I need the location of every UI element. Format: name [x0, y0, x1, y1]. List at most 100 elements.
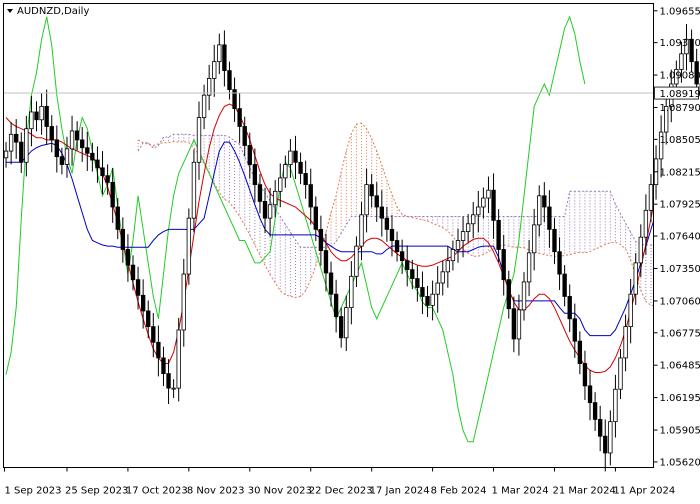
candle-body-bearish	[238, 109, 242, 127]
x-axis-tick-label: 17 Jan 2024	[370, 486, 430, 497]
candle-body-bullish	[624, 327, 628, 358]
candle-body-bearish	[568, 296, 572, 318]
candle-body-bearish	[50, 126, 54, 139]
candle-body-bearish	[390, 229, 394, 240]
candle-body-bearish	[45, 106, 49, 126]
symbol-header: AUDNZD,Daily	[7, 6, 89, 17]
candle-body-bearish	[55, 140, 59, 157]
candle-body-bullish	[461, 232, 465, 241]
candle-body-bullish	[619, 358, 623, 389]
candle-body-bearish	[299, 162, 303, 173]
y-axis-tick-label: 1.05905	[660, 426, 700, 437]
candle-body-bullish	[197, 118, 201, 163]
y-axis-tick-label: 1.07060	[660, 296, 700, 307]
candle-body-bearish	[141, 295, 145, 311]
candle-body-bearish	[14, 134, 18, 142]
x-axis-tick-label: 1 Mar 2024	[492, 486, 549, 497]
candle-body-bearish	[573, 319, 577, 341]
candle-body-bearish	[243, 126, 247, 145]
candle-body-bullish	[532, 225, 536, 253]
candle-body-bullish	[436, 283, 440, 294]
candle	[187, 208, 191, 284]
candle-body-bearish	[543, 196, 547, 207]
candle-body-bullish	[360, 215, 364, 246]
candle-body-bearish	[324, 251, 328, 273]
candle-body-bearish	[375, 196, 379, 207]
candle-body-bearish	[152, 327, 156, 343]
candle-body-bearish	[319, 229, 323, 250]
candle-body-bullish	[30, 112, 34, 129]
candle-body-bullish	[192, 162, 196, 218]
candle-body-bearish	[146, 311, 150, 327]
candle-body-bearish	[507, 280, 511, 309]
candle-body-bullish	[268, 205, 272, 218]
candle-body-bearish	[497, 220, 501, 249]
candle-body-bearish	[80, 140, 84, 148]
x-axis-tick-label: 25 Sep 2023	[65, 486, 128, 497]
candle-body-bullish	[365, 185, 369, 215]
x-axis-tick-label: 11 Apr 2024	[613, 486, 675, 497]
candle-body-bullish	[471, 215, 475, 224]
candle-body-bearish	[426, 296, 430, 305]
candle-body-bullish	[284, 165, 288, 178]
y-axis-tick-label: 1.07350	[660, 264, 700, 275]
x-axis-tick-label: 30 Nov 2023	[248, 486, 312, 497]
candle-body-bullish	[187, 218, 191, 274]
candle-body-bearish	[101, 168, 105, 176]
candle-body-bullish	[350, 276, 354, 307]
candle-body-bullish	[456, 241, 460, 250]
candle-body-bearish	[416, 279, 420, 288]
candle-body-bearish	[395, 241, 399, 252]
candle-body-bearish	[253, 165, 257, 185]
candle-body-bearish	[314, 207, 318, 229]
candle-body-bearish	[294, 151, 298, 162]
y-axis-tick-label: 1.09080	[660, 71, 700, 82]
candle-body-bearish	[385, 218, 389, 229]
candle-body-bullish	[609, 422, 613, 453]
candle-body-bullish	[537, 196, 541, 225]
y-axis-tick-label: 1.08215	[660, 167, 700, 178]
candle-body-bearish	[553, 229, 557, 251]
y-axis-tick-label: 1.07925	[660, 200, 700, 211]
candle-body-bullish	[477, 207, 481, 215]
candle-body-bearish	[603, 436, 607, 453]
candle-body-bearish	[258, 185, 262, 202]
candle-body-bearish	[96, 160, 100, 168]
candle-body-bullish	[639, 237, 643, 263]
candle-body-bearish	[116, 207, 120, 229]
candle-body-bullish	[355, 246, 359, 276]
candle-body-bearish	[223, 45, 227, 71]
candle-body-bearish	[400, 252, 404, 261]
candle-body-bearish	[167, 374, 171, 389]
candle-body-bearish	[19, 142, 23, 162]
y-axis-tick-label: 1.06775	[660, 328, 700, 339]
x-axis-tick-label: 21 Mar 2024	[552, 486, 615, 497]
candle-body-bullish	[4, 151, 8, 158]
candle-body-bearish	[86, 148, 90, 154]
candle-body-bullish	[614, 389, 618, 421]
candle-body-bearish	[339, 317, 343, 338]
x-axis-tick-label: 1 Sep 2023	[5, 486, 62, 497]
y-axis-tick-label: 1.06195	[660, 393, 700, 404]
y-axis-tick-label: 1.09655	[660, 6, 700, 17]
candle-body-bearish	[583, 364, 587, 386]
candle-body-bearish	[578, 341, 582, 363]
candle-body-bearish	[111, 182, 115, 207]
candle-body-bearish	[380, 207, 384, 218]
candle-body-bullish	[177, 330, 181, 388]
candle-body-bullish	[441, 272, 445, 283]
candle-body-bearish	[502, 249, 506, 279]
candle-body-bullish	[466, 224, 470, 232]
x-axis-tick-label: 8 Nov 2023	[187, 486, 245, 497]
candle-body-bullish	[451, 249, 455, 260]
candle-body-bullish	[278, 178, 282, 191]
candle-body-bearish	[248, 145, 252, 164]
candle-body-bullish	[517, 310, 521, 339]
candle-body-bearish	[75, 131, 79, 140]
candle-body-bearish	[304, 173, 308, 184]
x-axis-tick-label: 22 Dec 2023	[309, 486, 373, 497]
candle-body-bearish	[121, 229, 125, 249]
candle-body-bearish	[334, 294, 338, 316]
candle-body-bullish	[446, 261, 450, 272]
y-axis-tick-label: 1.09370	[660, 38, 700, 49]
